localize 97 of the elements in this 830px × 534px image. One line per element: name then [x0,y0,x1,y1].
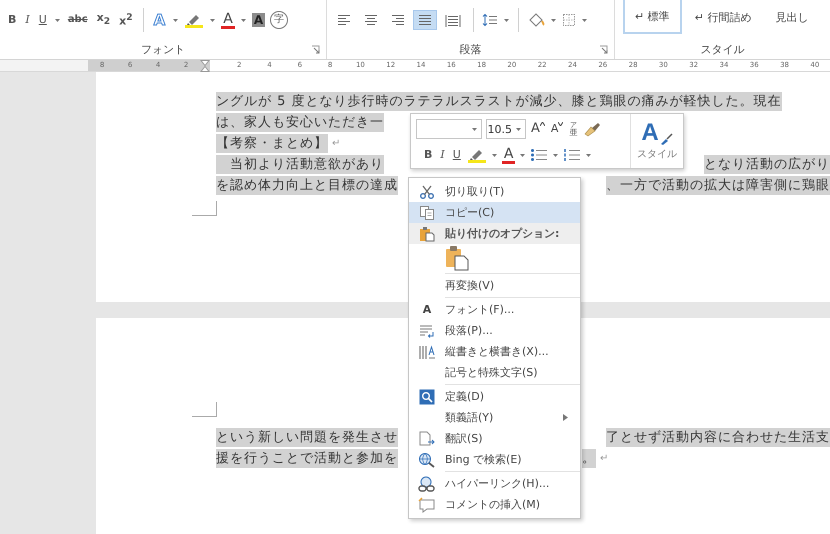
paragraph-mark: ↵ [332,138,340,149]
caret-icon[interactable] [490,152,498,158]
magnifier-icon [419,388,435,404]
justify-icon [418,14,432,26]
body-text: となり活動の広がり [704,155,830,174]
caret-icon[interactable] [581,18,588,22]
menu-item[interactable]: コメントの挿入(M) [409,494,580,515]
caret-icon[interactable] [471,126,478,132]
paragraph-mark: ↵ [600,453,608,464]
document-arrow-icon [418,430,436,446]
bold-button[interactable]: B [422,147,434,163]
paragraph-icon [419,322,435,338]
group-label: スタイル [700,42,744,57]
globe-chain-icon [418,476,436,492]
italic-button[interactable]: I [23,12,32,28]
body-text: 。 [582,449,596,468]
paint-bucket-icon[interactable] [527,12,545,28]
body-text: という新しい問題を発生させ [216,428,398,447]
menu-item[interactable]: A フォント(F)... [409,299,580,320]
menu-item[interactable]: Bing で検索(E) [409,449,580,470]
brush-icon [658,133,673,145]
justify-button[interactable] [414,11,436,29]
copy-icon [419,204,435,220]
dialog-launcher-icon[interactable] [311,45,320,54]
body-text: ングルが 5 度となり歩行時のラテラルスラストが減少、膝と鶏眼の痛みが軽快した。現在 [216,92,782,111]
menu-item[interactable]: 切り取り(T) [409,181,580,202]
menu-item[interactable]: 再変換(V) [409,275,580,296]
menu-item[interactable]: 縦書きと横書き(X)... [409,341,580,362]
font-name-field[interactable] [416,119,482,139]
scissors-icon [419,184,435,200]
body-text: 【考察・まとめ】 [216,134,328,153]
caret-icon[interactable] [209,18,216,22]
italic-button[interactable]: I [438,147,447,163]
subscript-button[interactable]: x$_{2}$ [94,10,112,30]
caret-icon[interactable] [54,18,61,22]
caret-icon[interactable] [172,18,180,22]
menu-item[interactable]: ハイパーリンク(H)... [409,473,580,494]
grow-font-button[interactable]: A [530,121,546,137]
body-text: 、一方で活動の拡大は障害側に鶏眼 [606,176,830,195]
enclose-character-button[interactable]: 字 [270,11,288,29]
group-label: 段落 [460,42,482,57]
underline-button[interactable]: U [450,147,463,163]
font-color-button[interactable]: A [502,146,516,164]
indent-marker-icon[interactable] [200,60,210,72]
align-left-icon [337,14,351,26]
body-text: は、家人も安心いただき一 [216,113,384,132]
highlighter-icon[interactable] [184,12,204,28]
comment-note-icon [418,496,436,512]
margin-mark [192,402,217,417]
menu-item[interactable]: 翻訳(S) [409,428,580,449]
strikethrough-button[interactable]: abc [66,12,90,28]
caret-icon[interactable] [503,18,510,22]
caret-icon[interactable] [585,152,592,158]
style-item[interactable]: ↵ 標準 [623,0,682,34]
bullet-list-icon[interactable] [530,148,548,162]
align-center-icon [364,14,378,26]
body-text: を認め体力向上と目標の達成 [216,176,398,195]
text-effects-button[interactable]: A [152,12,168,28]
caret-icon[interactable] [515,126,522,132]
caret-icon[interactable] [240,18,247,22]
dialog-launcher-icon[interactable] [599,45,608,54]
styles-button[interactable]: A スタイル [631,114,683,168]
underline-button[interactable]: U [36,12,49,28]
superscript-button[interactable]: x$^{2}$ [117,10,135,30]
line-spacing-icon[interactable] [482,13,498,27]
menu-item[interactable]: 定義(D) [409,386,580,407]
caret-icon[interactable] [519,152,526,158]
font-color-button[interactable]: A [221,12,235,28]
body-text: 当初より活動意欲があり [216,155,384,174]
numbered-list-icon[interactable] [563,148,582,162]
highlighter-icon[interactable] [466,147,487,163]
group-label: フォント [141,42,185,57]
clipboard-icon [419,226,435,242]
character-shading-button[interactable]: A [252,13,266,27]
body-text: 了とせず活動内容に合わせた生活支 [606,428,830,447]
paintbrush-icon[interactable] [582,121,602,137]
font-size-field[interactable]: 10.5 [486,119,526,139]
clipboard-icon[interactable] [445,245,469,271]
menu-item[interactable]: 記号と特殊文字(S) [409,362,580,383]
caret-icon [558,122,564,126]
caret-icon [540,122,545,126]
shrink-font-button[interactable]: A [550,121,564,137]
caret-icon[interactable] [550,18,557,22]
menu-item[interactable]: コピー(C) [409,202,580,223]
bold-button[interactable]: B [6,12,18,28]
distribute-icon [445,14,461,26]
menu-heading: 貼り付けのオプション: [409,223,580,244]
menu-item[interactable]: 類義語(Y) [409,407,580,428]
body-text: 援を行うことで活動と参加を [216,449,398,468]
menu-item[interactable]: 段落(P)... [409,320,580,341]
font-icon: A [422,303,432,316]
align-right-icon [391,14,405,26]
globe-search-icon [418,452,436,468]
text-direction-icon [418,344,436,360]
caret-icon[interactable] [552,152,560,158]
margin-mark [192,201,217,216]
borders-icon[interactable] [562,13,576,27]
